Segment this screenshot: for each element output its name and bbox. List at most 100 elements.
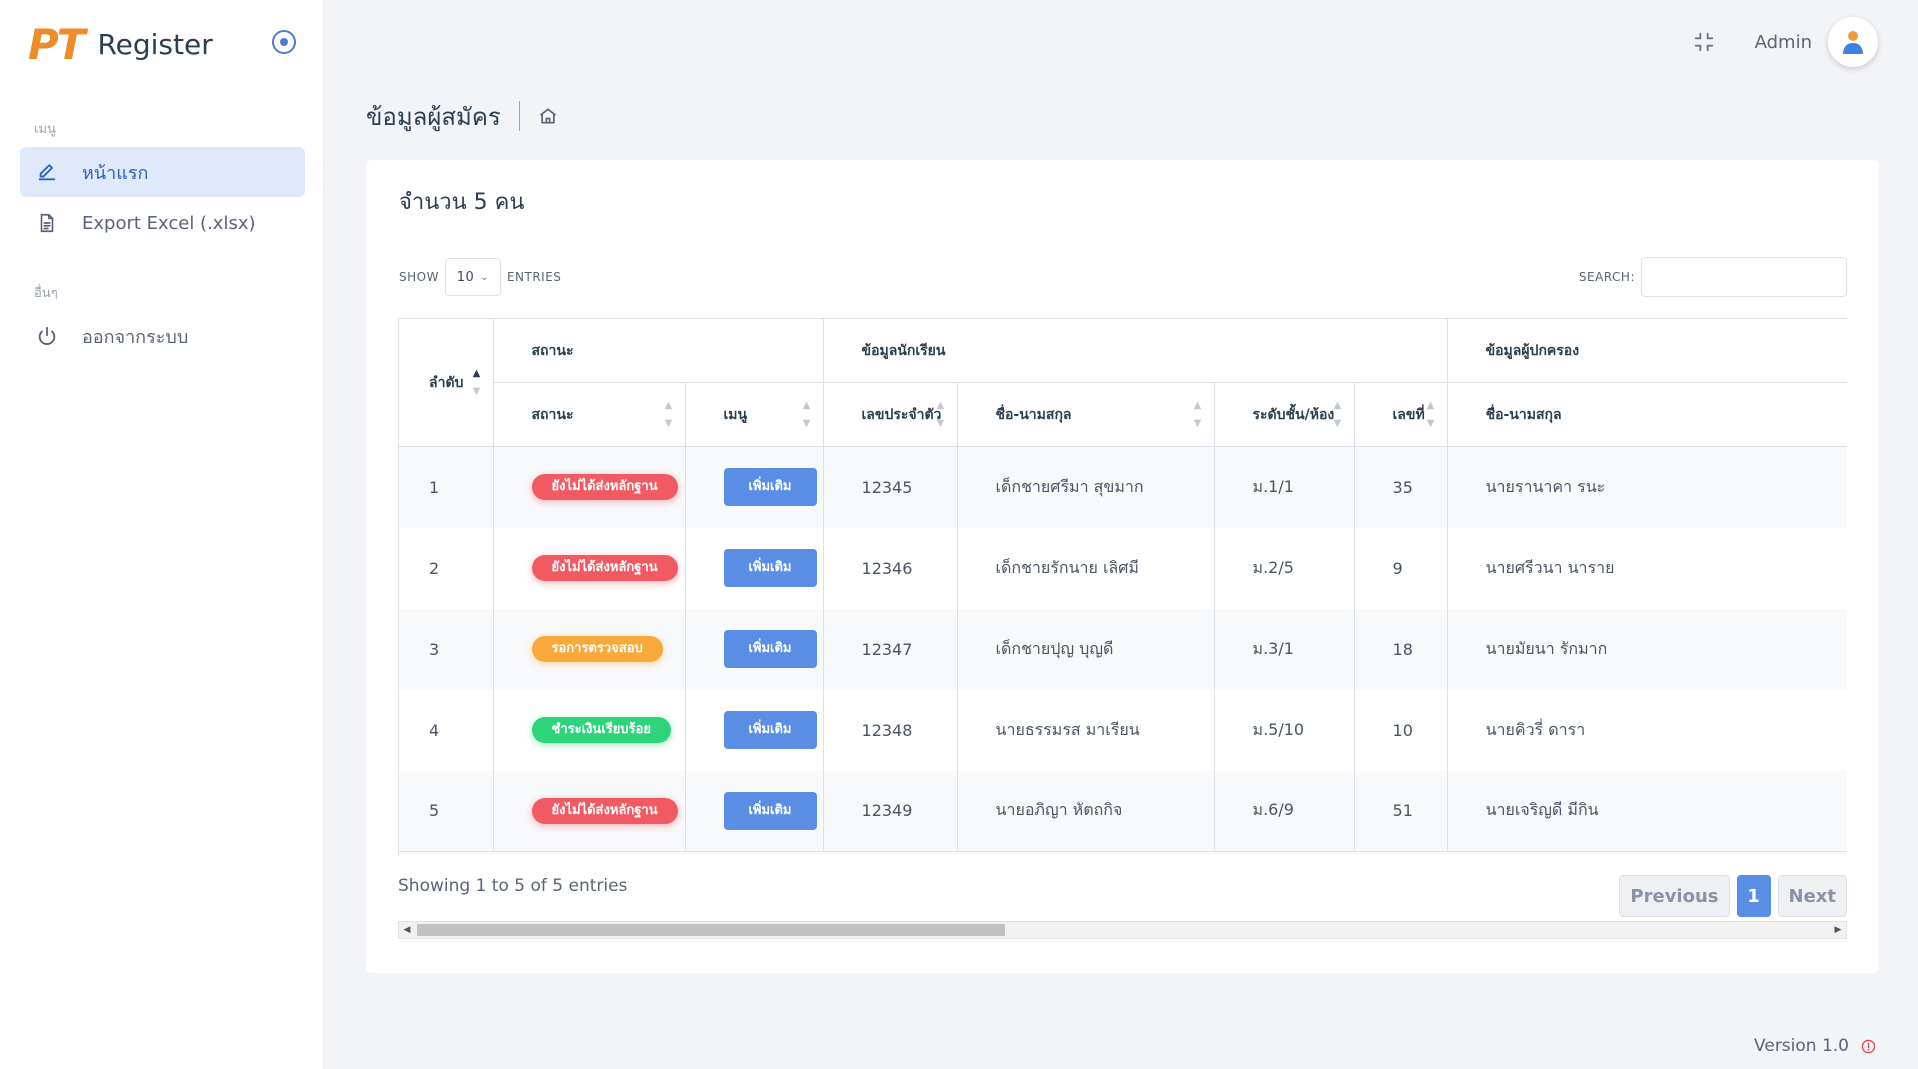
power-icon [36, 325, 58, 347]
cell-number: 35 [1354, 446, 1448, 528]
more-button[interactable]: เพิ่มเติม [723, 711, 817, 749]
sort-icon: ▲ ▼ [802, 399, 811, 429]
column-header-status[interactable]: สถานะ ▲ ▼ [493, 382, 686, 447]
cell-student-name: เด็กชายศรีมา สุขมาก [957, 446, 1215, 528]
cell-student-id: 12349 [823, 770, 958, 852]
sidebar-item-export[interactable]: Export Excel (.xlsx) [20, 198, 305, 248]
group-header-parent: ข้อมูลผู้ปกครอง [1447, 318, 1847, 383]
sort-icon: ▲ ▼ [1193, 399, 1202, 429]
status-badge: รอการตรวจสอบ [531, 636, 663, 662]
cell-order: 4 [399, 689, 494, 771]
column-header-class[interactable]: ระดับชั้น/ห้อง ▲ ▼ [1214, 382, 1355, 447]
sidebar-toggle-icon[interactable] [272, 30, 296, 54]
cell-status: ยังไม่ได้ส่งหลักฐาน [493, 770, 686, 852]
version-text: Version 1.0 [1754, 1036, 1849, 1056]
table-row: 3 รอการตรวจสอบ เพิ่มเติม 12347 เด็กชายปุ… [399, 608, 1847, 690]
cell-menu: เพิ่มเติม [685, 608, 824, 690]
home-icon[interactable] [538, 106, 558, 126]
scrollbar-thumb[interactable] [417, 924, 1005, 936]
table-info: Showing 1 to 5 of 5 entries [398, 876, 628, 896]
page-title: ข้อมูลผู้สมัคร [366, 102, 501, 131]
column-header-menu[interactable]: เมนู ▲ ▼ [685, 382, 824, 447]
more-button[interactable]: เพิ่มเติม [723, 791, 817, 830]
sort-icon: ▲ ▼ [1426, 399, 1435, 429]
more-button[interactable]: เพิ่มเติม [723, 468, 817, 507]
applicants-table: ลำดับ ▲ ▼ สถานะ ข้อมูลนักเรียน ข้อมูลผู้ป… [399, 318, 1847, 852]
user-avatar-icon [1843, 31, 1863, 54]
entries-length-control: SHOW 10 ⌄ ENTRIES [399, 258, 561, 296]
search-control: SEARCH: [1579, 257, 1847, 297]
cell-student-id: 12345 [823, 446, 958, 528]
status-badge: ยังไม่ได้ส่งหลักฐาน [531, 555, 678, 581]
entries-select[interactable]: 10 ⌄ [444, 258, 501, 296]
sidebar-item-home[interactable]: หน้าแรก [20, 147, 305, 197]
info-icon[interactable] [1861, 1039, 1876, 1054]
cell-student-name: เด็กชายปุญ บุญดี [957, 608, 1215, 690]
scroll-right-icon[interactable]: ▶ [1830, 922, 1846, 938]
breadcrumb-divider [518, 101, 520, 131]
card-title: จำนวน 5 คน [399, 190, 525, 215]
table-row: 2 ยังไม่ได้ส่งหลักฐาน เพิ่มเติม 12346 เด… [399, 527, 1847, 609]
cell-order: 5 [399, 770, 494, 852]
brand-logo: PT [28, 19, 85, 69]
table-row: 1 ยังไม่ได้ส่งหลักฐาน เพิ่มเติม 12345 เด… [399, 446, 1847, 528]
cell-status: ยังไม่ได้ส่งหลักฐาน [493, 446, 686, 528]
document-icon [36, 212, 58, 234]
page-1-button[interactable]: 1 [1736, 875, 1771, 917]
sort-icon: ▲ ▼ [472, 367, 481, 397]
next-page-button[interactable]: Next [1777, 875, 1847, 917]
column-header-number[interactable]: เลขที่ ▲ ▼ [1354, 382, 1448, 447]
menu-section-title: เมนู [34, 122, 56, 137]
header-user-area: Admin [1693, 17, 1878, 67]
cell-number: 18 [1354, 608, 1448, 690]
user-name[interactable]: Admin [1755, 32, 1812, 53]
more-button[interactable]: เพิ่มเติม [723, 549, 817, 587]
column-header-student-id[interactable]: เลขประจำตัว ▲ ▼ [823, 382, 958, 447]
cell-status: รอการตรวจสอบ [493, 608, 686, 690]
entries-label: ENTRIES [506, 270, 562, 284]
sidebar: PT Register เมนู หน้าแรก Export Excel (.… [0, 0, 324, 1069]
avatar[interactable] [1828, 17, 1878, 67]
more-button[interactable]: เพิ่มเติม [723, 630, 817, 668]
cell-number: 10 [1354, 689, 1448, 771]
table-scroll-area: ลำดับ ▲ ▼ สถานะ ข้อมูลนักเรียน ข้อมูลผู้ป… [398, 318, 1847, 856]
fullscreen-exit-icon[interactable] [1693, 31, 1715, 53]
cell-parent-name: นายศรีวนา นาราย [1447, 527, 1847, 609]
table-row: 4 ชำระเงินเรียบร้อย เพิ่มเติม 12348 นายธ… [399, 689, 1847, 771]
cell-parent-name: นายเจริญดี มีกิน [1447, 770, 1847, 852]
search-input[interactable] [1641, 257, 1847, 297]
brand-name: Register [97, 27, 213, 61]
cell-menu: เพิ่มเติม [685, 770, 824, 852]
cell-menu: เพิ่มเติม [685, 446, 824, 528]
status-badge: ยังไม่ได้ส่งหลักฐาน [531, 474, 678, 501]
cell-class: ม.6/9 [1214, 770, 1355, 852]
brand[interactable]: PT Register [28, 19, 213, 69]
sidebar-item-label: Export Excel (.xlsx) [82, 212, 256, 234]
cell-status: ชำระเงินเรียบร้อย [493, 689, 686, 771]
column-header-parent-name[interactable]: ชื่อ-นามสกุล [1447, 382, 1847, 447]
other-section-title: อื่นๆ [34, 286, 58, 301]
sidebar-item-logout[interactable]: ออกจากระบบ [20, 311, 305, 361]
horizontal-scrollbar[interactable]: ◀ ▶ [398, 921, 1847, 939]
sidebar-item-label: หน้าแรก [82, 162, 149, 184]
cell-parent-name: นายมัยนา รักมาก [1447, 608, 1847, 690]
column-header-student-name[interactable]: ชื่อ-นามสกุล ▲ ▼ [957, 382, 1215, 447]
group-header-student: ข้อมูลนักเรียน [823, 318, 1448, 383]
cell-menu: เพิ่มเติม [685, 527, 824, 609]
cell-class: ม.1/1 [1214, 446, 1355, 528]
sort-icon: ▲ ▼ [664, 399, 673, 429]
pagination: Previous 1 Next [1612, 875, 1847, 917]
show-label: SHOW [399, 270, 439, 284]
cell-student-id: 12348 [823, 689, 958, 771]
column-header-order[interactable]: ลำดับ ▲ ▼ [399, 318, 494, 447]
cell-class: ม.3/1 [1214, 608, 1355, 690]
cell-student-name: นายอภิญา หัตถกิจ [957, 770, 1215, 852]
scroll-left-icon[interactable]: ◀ [399, 922, 415, 938]
cell-order: 2 [399, 527, 494, 609]
previous-page-button[interactable]: Previous [1619, 875, 1730, 917]
entries-select-value: 10 [456, 269, 475, 285]
cell-parent-name: นายรานาคา รนะ [1447, 446, 1847, 528]
group-header-status: สถานะ [493, 318, 824, 383]
search-label: SEARCH: [1578, 270, 1635, 284]
cell-class: ม.5/10 [1214, 689, 1355, 771]
